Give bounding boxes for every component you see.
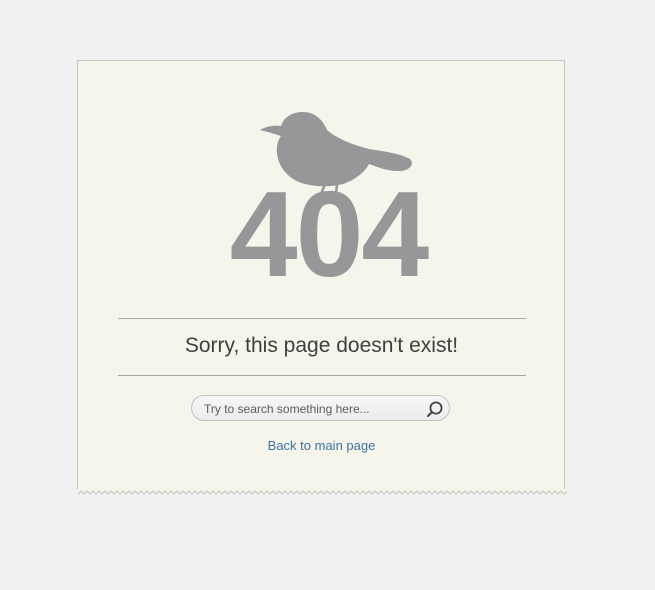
error-page: 404 Sorry, this page doesn't exist! Back… xyxy=(0,0,655,590)
divider-top xyxy=(118,318,526,319)
divider-bottom xyxy=(118,375,526,376)
search-icon[interactable] xyxy=(426,400,444,418)
error-message: Sorry, this page doesn't exist! xyxy=(184,334,459,357)
card-torn-edge xyxy=(77,489,567,495)
error-code: 404 xyxy=(229,166,430,302)
search-box xyxy=(191,395,450,421)
back-to-main-page-link[interactable]: Back to main page xyxy=(0,438,643,454)
search-input[interactable] xyxy=(204,400,418,417)
